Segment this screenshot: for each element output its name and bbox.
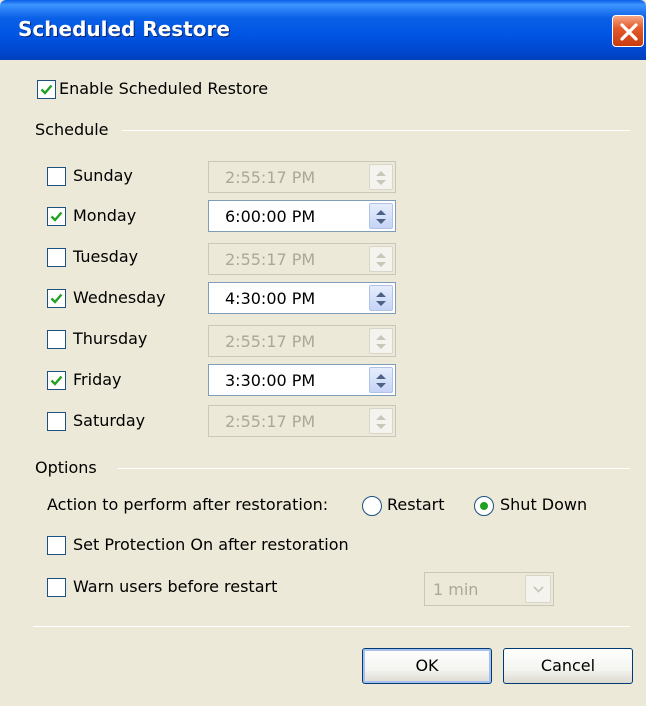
tuesday-label: Tuesday	[73, 247, 139, 266]
saturday-time-picker[interactable]: 2:55:17 PM	[208, 405, 396, 437]
saturday-label: Saturday	[73, 411, 146, 430]
close-icon	[620, 23, 638, 41]
tuesday-time-picker[interactable]: 2:55:17 PM	[208, 243, 396, 275]
spinner-arrows-icon	[376, 415, 386, 429]
friday-time-spinner[interactable]	[369, 367, 393, 393]
schedule-heading: Schedule	[35, 120, 109, 139]
restart-radio[interactable]	[362, 496, 382, 516]
sunday-time-value: 2:55:17 PM	[225, 168, 316, 187]
saturday-checkbox[interactable]	[47, 412, 66, 431]
friday-time-picker[interactable]: 3:30:00 PM	[208, 364, 396, 396]
shut-down-label: Shut Down	[500, 495, 588, 514]
set-protection-label: Set Protection On after restoration	[73, 535, 349, 554]
options-heading: Options	[35, 458, 97, 477]
monday-checkbox[interactable]	[47, 207, 66, 226]
checkmark-icon	[40, 84, 53, 95]
thursday-label: Thursday	[73, 329, 148, 348]
warn-delay-dropdown[interactable]: 1 min	[424, 572, 554, 606]
schedule-divider	[122, 130, 630, 131]
thursday-time-spinner[interactable]	[369, 328, 393, 354]
monday-label: Monday	[73, 206, 137, 225]
wednesday-time-spinner[interactable]	[369, 285, 393, 311]
thursday-time-value: 2:55:17 PM	[225, 332, 316, 351]
spinner-arrows-icon	[376, 335, 386, 349]
wednesday-checkbox[interactable]	[47, 289, 66, 308]
title-bar: Scheduled Restore	[0, 0, 646, 60]
chevron-down-icon	[533, 586, 544, 593]
spinner-arrows-icon	[376, 210, 386, 224]
spinner-arrows-icon	[376, 171, 386, 185]
wednesday-time-picker[interactable]: 4:30:00 PM	[208, 282, 396, 314]
warn-delay-dropdown-button[interactable]	[525, 575, 551, 603]
cancel-button[interactable]: Cancel	[503, 648, 633, 684]
set-protection-checkbox[interactable]	[47, 536, 66, 555]
sunday-checkbox[interactable]	[47, 167, 66, 186]
warn-delay-value: 1 min	[433, 580, 479, 599]
wednesday-time-value: 4:30:00 PM	[225, 289, 316, 308]
friday-label: Friday	[73, 370, 122, 389]
enable-scheduled-restore-checkbox[interactable]	[37, 80, 56, 99]
monday-time-picker[interactable]: 6:00:00 PM	[208, 200, 396, 232]
close-button[interactable]	[612, 15, 644, 47]
saturday-time-spinner[interactable]	[369, 408, 393, 434]
tuesday-time-value: 2:55:17 PM	[225, 250, 316, 269]
spinner-arrows-icon	[376, 292, 386, 306]
sunday-time-picker[interactable]: 2:55:17 PM	[208, 161, 396, 193]
friday-checkbox[interactable]	[47, 371, 66, 390]
tuesday-time-spinner[interactable]	[369, 246, 393, 272]
spinner-arrows-icon	[376, 374, 386, 388]
action-after-restoration-label: Action to perform after restoration:	[47, 495, 329, 514]
sunday-label: Sunday	[73, 166, 133, 185]
sunday-time-spinner[interactable]	[369, 164, 393, 190]
checkmark-icon	[50, 293, 63, 304]
options-divider	[118, 468, 630, 469]
friday-time-value: 3:30:00 PM	[225, 371, 316, 390]
thursday-checkbox[interactable]	[47, 330, 66, 349]
saturday-time-value: 2:55:17 PM	[225, 412, 316, 431]
thursday-time-picker[interactable]: 2:55:17 PM	[208, 325, 396, 357]
restart-label: Restart	[387, 495, 445, 514]
wednesday-label: Wednesday	[73, 288, 166, 307]
monday-time-value: 6:00:00 PM	[225, 207, 316, 226]
checkmark-icon	[50, 211, 63, 222]
enable-scheduled-restore-label: Enable Scheduled Restore	[59, 79, 269, 98]
monday-time-spinner[interactable]	[369, 203, 393, 229]
bottom-divider	[33, 626, 630, 627]
ok-button[interactable]: OK	[362, 648, 492, 684]
warn-users-label: Warn users before restart	[73, 577, 278, 596]
shut-down-radio[interactable]	[474, 496, 494, 516]
checkmark-icon	[50, 375, 63, 386]
warn-users-checkbox[interactable]	[47, 578, 66, 597]
spinner-arrows-icon	[376, 253, 386, 267]
window-title: Scheduled Restore	[18, 17, 230, 41]
tuesday-checkbox[interactable]	[47, 248, 66, 267]
